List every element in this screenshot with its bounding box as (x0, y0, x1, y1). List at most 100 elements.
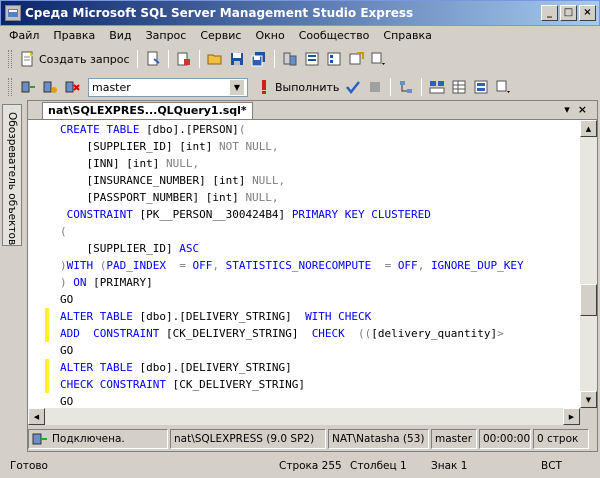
menu-tools[interactable]: Сервис (193, 29, 248, 42)
chevron-down-icon: ▼ (230, 79, 244, 95)
code-line[interactable]: [INSURANCE_NUMBER] [int] NULL, (60, 172, 578, 189)
execute-button[interactable]: Выполнить (254, 77, 341, 97)
scroll-thumb[interactable] (580, 284, 597, 316)
toolbar-grip[interactable] (8, 78, 12, 96)
results-to-text-button[interactable] (427, 77, 447, 97)
code-token: GO (60, 395, 74, 408)
code-line[interactable]: [SUPPLIER_ID] [int] NOT NULL, (60, 138, 578, 155)
results-to-file-button[interactable] (471, 77, 491, 97)
code-token: ( (238, 123, 246, 136)
code-token: [CK_DELIVERY_STRING] (172, 378, 306, 391)
new-file-button[interactable] (143, 49, 163, 69)
code-line[interactable]: [INN] [int] NULL, (60, 155, 578, 172)
toolbar-grip[interactable] (8, 50, 12, 68)
vertical-scrollbar[interactable]: ▲ ▼ (580, 120, 597, 408)
code-line[interactable]: CONSTRAINT [PK__PERSON__300424B4] PRIMAR… (60, 206, 578, 223)
tab-list-icon[interactable]: ▾ (564, 103, 570, 116)
code-token: NULL, (245, 191, 279, 204)
disconnect-button[interactable] (62, 77, 82, 97)
scroll-up-button[interactable]: ▲ (580, 120, 597, 137)
menu-query[interactable]: Запрос (139, 29, 194, 42)
code-line[interactable]: GO (60, 342, 578, 359)
code-line[interactable]: GO (60, 393, 578, 409)
tab-query1[interactable]: nat\SQLEXPRES...QLQuery1.sql* (42, 102, 253, 119)
toolbar-separator (167, 50, 169, 68)
scroll-left-button[interactable]: ◀ (28, 408, 45, 425)
connect-button[interactable] (18, 77, 38, 97)
code-line[interactable]: )WITH (PAD_INDEX = OFF, STATISTICS_NOREC… (60, 257, 578, 274)
code-token: (( (358, 327, 372, 340)
sql-code[interactable]: CREATE TABLE [dbo].[PERSON]( [SUPPLIER_I… (60, 121, 578, 409)
code-token: [delivery_quantity] (371, 327, 498, 340)
menu-file[interactable]: Файл (2, 29, 46, 42)
code-token: CONSTRAINT (93, 327, 166, 340)
code-line[interactable]: ( (60, 223, 578, 240)
code-token: [SUPPLIER_ID] [int] (60, 140, 219, 153)
save-all-button[interactable] (249, 49, 269, 69)
toolbar-separator (273, 50, 275, 68)
code-token: [dbo].[DELIVERY_STRING] (139, 310, 306, 323)
row-count-text: 0 строк (537, 433, 579, 445)
open-file-button[interactable] (205, 49, 225, 69)
row-count: 0 строк (533, 429, 589, 449)
maximize-button[interactable]: □ (560, 5, 577, 21)
code-token: CHECK (311, 327, 359, 340)
minimize-icon: _ (547, 7, 552, 18)
code-line[interactable]: ADD CONSTRAINT [CK_DELIVERY_STRING] CHEC… (60, 325, 578, 342)
scroll-right-button[interactable]: ▶ (563, 408, 580, 425)
status-column: Столбец 1 (350, 460, 407, 472)
connection-status: Подключена. (28, 429, 168, 449)
change-connection-button[interactable] (40, 77, 60, 97)
results-to-grid-button[interactable] (449, 77, 469, 97)
code-line[interactable]: [PASSPORT_NUMBER] [int] NULL, (60, 189, 578, 206)
horizontal-scrollbar[interactable]: ◀ ▶ (28, 408, 580, 425)
code-token: NULL, (165, 157, 200, 170)
close-button[interactable]: × (579, 5, 596, 21)
menu-help[interactable]: Справка (376, 29, 438, 42)
code-token: ASC (179, 242, 200, 255)
change-marker (45, 359, 49, 376)
toolbar-options-button[interactable] (368, 49, 388, 69)
registered-servers-button[interactable] (280, 49, 300, 69)
save-button[interactable] (227, 49, 247, 69)
toolbar-separator (390, 78, 392, 96)
menu-bar: Файл Правка Вид Запрос Сервис Окно Сообщ… (0, 26, 600, 44)
code-line[interactable]: ALTER TABLE [dbo].[DELIVERY_STRING] WITH… (60, 308, 578, 325)
code-line[interactable]: ) ON [PRIMARY] (60, 274, 578, 291)
include-plan-button[interactable] (396, 77, 416, 97)
properties-button[interactable] (324, 49, 344, 69)
code-token: ) (60, 276, 74, 289)
scroll-down-button[interactable]: ▼ (580, 391, 597, 408)
new-project-button[interactable] (174, 49, 194, 69)
new-query-button[interactable]: Создать запрос (18, 49, 132, 69)
menu-view[interactable]: Вид (102, 29, 138, 42)
parse-button[interactable] (343, 77, 363, 97)
minimize-button[interactable]: _ (541, 5, 558, 21)
code-line[interactable]: GO (60, 291, 578, 308)
toolbar-options-icon (371, 52, 385, 65)
code-line[interactable]: [SUPPLIER_ID] ASC (60, 240, 578, 257)
arrow-down-icon: ▼ (585, 395, 592, 404)
disconnect-icon (65, 81, 80, 93)
cancel-query-button[interactable] (365, 77, 385, 97)
object-explorer-button[interactable] (302, 49, 322, 69)
code-token: GO (60, 293, 74, 306)
menu-community[interactable]: Сообщество (292, 29, 377, 42)
toolbar-options-button[interactable] (493, 77, 513, 97)
template-explorer-button[interactable] (346, 49, 366, 69)
query-status-bar: Подключена. nat\SQLEXPRESS (9.0 SP2) NAT… (28, 428, 597, 450)
sql-editor[interactable]: CREATE TABLE [dbo].[PERSON]( [SUPPLIER_I… (28, 119, 597, 425)
code-token: PRIMARY KEY CLUSTERED (291, 208, 431, 221)
results-to-grid-icon (452, 80, 466, 94)
code-line[interactable]: ALTER TABLE [dbo].[DELIVERY_STRING] (60, 359, 578, 376)
code-line[interactable]: CHECK CONSTRAINT [CK_DELIVERY_STRING] (60, 376, 578, 393)
menu-edit[interactable]: Правка (46, 29, 102, 42)
tab-close-icon[interactable]: × (578, 103, 587, 116)
code-line[interactable]: CREATE TABLE [dbo].[PERSON]( (60, 121, 578, 138)
database-selector[interactable]: master ▼ (88, 77, 248, 97)
code-token: [PK__PERSON__300424B4] (139, 208, 292, 221)
menu-window[interactable]: Окно (248, 29, 291, 42)
code-token: [SUPPLIER_ID] (60, 242, 180, 255)
title-bar: Среда Microsoft SQL Server Management St… (0, 0, 600, 26)
object-explorer-tab[interactable]: Обозреватель объектов (2, 104, 22, 246)
